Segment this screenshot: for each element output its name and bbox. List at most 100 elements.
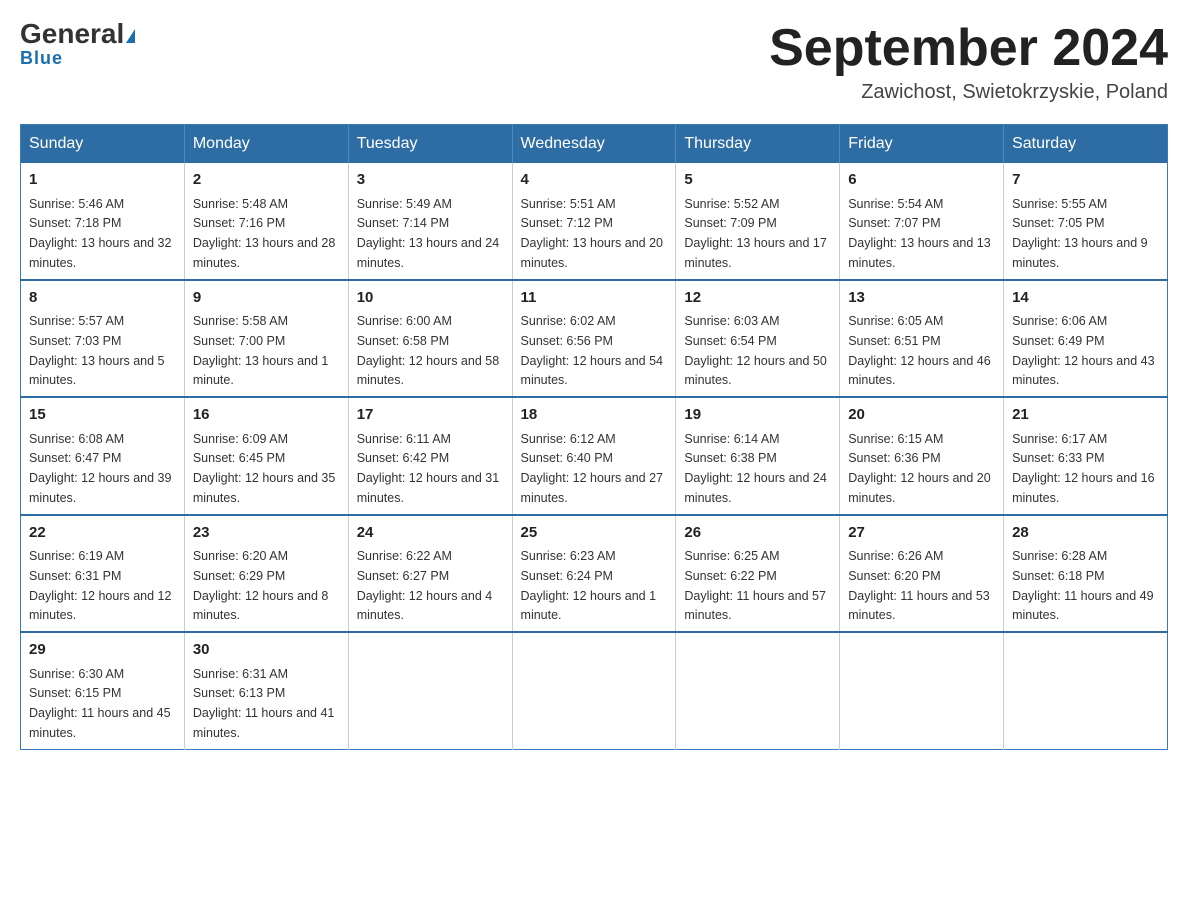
calendar-cell: 4 Sunrise: 5:51 AMSunset: 7:12 PMDaylight… [512, 163, 676, 280]
day-number: 20 [848, 404, 995, 427]
day-info: Sunrise: 6:08 AMSunset: 6:47 PMDaylight:… [29, 432, 171, 505]
day-info: Sunrise: 6:26 AMSunset: 6:20 PMDaylight:… [848, 549, 990, 622]
calendar-cell [1004, 632, 1168, 749]
calendar-cell: 5 Sunrise: 5:52 AMSunset: 7:09 PMDaylight… [676, 163, 840, 280]
calendar-cell: 14 Sunrise: 6:06 AMSunset: 6:49 PMDayligh… [1004, 280, 1168, 398]
day-info: Sunrise: 6:28 AMSunset: 6:18 PMDaylight:… [1012, 549, 1154, 622]
calendar-cell [840, 632, 1004, 749]
day-number: 17 [357, 404, 504, 427]
day-number: 22 [29, 522, 176, 545]
calendar-cell: 6 Sunrise: 5:54 AMSunset: 7:07 PMDaylight… [840, 163, 1004, 280]
day-number: 6 [848, 169, 995, 192]
day-number: 21 [1012, 404, 1159, 427]
calendar-cell: 1Sunrise: 5:46 AMSunset: 7:18 PMDaylight… [21, 163, 185, 280]
calendar-cell [512, 632, 676, 749]
day-info: Sunrise: 5:57 AMSunset: 7:03 PMDaylight:… [29, 314, 165, 387]
day-info: Sunrise: 5:48 AMSunset: 7:16 PMDaylight:… [193, 197, 335, 270]
calendar-cell: 11 Sunrise: 6:02 AMSunset: 6:56 PMDayligh… [512, 280, 676, 398]
day-number: 30 [193, 639, 340, 662]
day-info: Sunrise: 6:11 AMSunset: 6:42 PMDaylight:… [357, 432, 499, 505]
calendar-week-3: 15 Sunrise: 6:08 AMSunset: 6:47 PMDayligh… [21, 397, 1168, 515]
day-number: 27 [848, 522, 995, 545]
calendar-cell: 28Sunrise: 6:28 AMSunset: 6:18 PMDayligh… [1004, 515, 1168, 633]
page-header: General Blue September 2024 Zawichost, S… [20, 20, 1168, 104]
day-info: Sunrise: 5:54 AMSunset: 7:07 PMDaylight:… [848, 197, 990, 270]
logo-blue-text: Blue [20, 48, 63, 69]
day-info: Sunrise: 5:46 AMSunset: 7:18 PMDaylight:… [29, 197, 171, 270]
weekday-header-friday: Friday [840, 125, 1004, 164]
month-title: September 2024 [769, 20, 1168, 77]
day-number: 12 [684, 287, 831, 310]
day-number: 5 [684, 169, 831, 192]
day-info: Sunrise: 6:02 AMSunset: 6:56 PMDaylight:… [521, 314, 663, 387]
calendar-week-1: 1Sunrise: 5:46 AMSunset: 7:18 PMDaylight… [21, 163, 1168, 280]
logo: General Blue [20, 20, 135, 69]
calendar-cell: 10Sunrise: 6:00 AMSunset: 6:58 PMDayligh… [348, 280, 512, 398]
calendar-cell: 19Sunrise: 6:14 AMSunset: 6:38 PMDayligh… [676, 397, 840, 515]
calendar-cell [676, 632, 840, 749]
calendar-cell: 17 Sunrise: 6:11 AMSunset: 6:42 PMDayligh… [348, 397, 512, 515]
day-number: 15 [29, 404, 176, 427]
weekday-header-thursday: Thursday [676, 125, 840, 164]
day-info: Sunrise: 6:17 AMSunset: 6:33 PMDaylight:… [1012, 432, 1154, 505]
calendar-cell: 16 Sunrise: 6:09 AMSunset: 6:45 PMDayligh… [184, 397, 348, 515]
day-number: 7 [1012, 169, 1159, 192]
calendar-cell: 8 Sunrise: 5:57 AMSunset: 7:03 PMDaylight… [21, 280, 185, 398]
weekday-header-wednesday: Wednesday [512, 125, 676, 164]
day-info: Sunrise: 6:03 AMSunset: 6:54 PMDaylight:… [684, 314, 826, 387]
day-number: 4 [521, 169, 668, 192]
day-number: 11 [521, 287, 668, 310]
calendar-cell: 25Sunrise: 6:23 AMSunset: 6:24 PMDayligh… [512, 515, 676, 633]
calendar-cell: 29 Sunrise: 6:30 AMSunset: 6:15 PMDayligh… [21, 632, 185, 749]
day-number: 29 [29, 639, 176, 662]
day-number: 14 [1012, 287, 1159, 310]
day-info: Sunrise: 6:23 AMSunset: 6:24 PMDaylight:… [521, 549, 657, 622]
calendar-cell: 12 Sunrise: 6:03 AMSunset: 6:54 PMDayligh… [676, 280, 840, 398]
logo-text: General [20, 20, 135, 48]
calendar-cell: 22Sunrise: 6:19 AMSunset: 6:31 PMDayligh… [21, 515, 185, 633]
day-info: Sunrise: 5:49 AMSunset: 7:14 PMDaylight:… [357, 197, 499, 270]
day-number: 26 [684, 522, 831, 545]
title-section: September 2024 Zawichost, Swietokrzyskie… [769, 20, 1168, 104]
day-info: Sunrise: 5:52 AMSunset: 7:09 PMDaylight:… [684, 197, 826, 270]
day-info: Sunrise: 6:30 AMSunset: 6:15 PMDaylight:… [29, 667, 171, 740]
day-number: 10 [357, 287, 504, 310]
calendar-week-2: 8 Sunrise: 5:57 AMSunset: 7:03 PMDaylight… [21, 280, 1168, 398]
day-number: 13 [848, 287, 995, 310]
calendar-cell: 30 Sunrise: 6:31 AMSunset: 6:13 PMDayligh… [184, 632, 348, 749]
calendar-cell [348, 632, 512, 749]
calendar-cell: 20 Sunrise: 6:15 AMSunset: 6:36 PMDayligh… [840, 397, 1004, 515]
calendar-cell: 26 Sunrise: 6:25 AMSunset: 6:22 PMDayligh… [676, 515, 840, 633]
calendar-cell: 7 Sunrise: 5:55 AMSunset: 7:05 PMDaylight… [1004, 163, 1168, 280]
day-number: 16 [193, 404, 340, 427]
day-number: 18 [521, 404, 668, 427]
day-number: 23 [193, 522, 340, 545]
day-info: Sunrise: 6:06 AMSunset: 6:49 PMDaylight:… [1012, 314, 1154, 387]
day-number: 8 [29, 287, 176, 310]
calendar-week-4: 22Sunrise: 6:19 AMSunset: 6:31 PMDayligh… [21, 515, 1168, 633]
weekday-header-sunday: Sunday [21, 125, 185, 164]
weekday-header-saturday: Saturday [1004, 125, 1168, 164]
day-info: Sunrise: 6:15 AMSunset: 6:36 PMDaylight:… [848, 432, 990, 505]
weekday-header-tuesday: Tuesday [348, 125, 512, 164]
calendar-cell: 27 Sunrise: 6:26 AMSunset: 6:20 PMDayligh… [840, 515, 1004, 633]
calendar-cell: 21 Sunrise: 6:17 AMSunset: 6:33 PMDayligh… [1004, 397, 1168, 515]
calendar-cell: 23Sunrise: 6:20 AMSunset: 6:29 PMDayligh… [184, 515, 348, 633]
day-info: Sunrise: 6:31 AMSunset: 6:13 PMDaylight:… [193, 667, 335, 740]
day-info: Sunrise: 6:14 AMSunset: 6:38 PMDaylight:… [684, 432, 826, 505]
day-info: Sunrise: 5:58 AMSunset: 7:00 PMDaylight:… [193, 314, 329, 387]
weekday-header-row: SundayMondayTuesdayWednesdayThursdayFrid… [21, 125, 1168, 164]
day-info: Sunrise: 6:12 AMSunset: 6:40 PMDaylight:… [521, 432, 663, 505]
day-number: 3 [357, 169, 504, 192]
day-info: Sunrise: 6:25 AMSunset: 6:22 PMDaylight:… [684, 549, 826, 622]
day-info: Sunrise: 6:09 AMSunset: 6:45 PMDaylight:… [193, 432, 335, 505]
calendar-cell: 13 Sunrise: 6:05 AMSunset: 6:51 PMDayligh… [840, 280, 1004, 398]
calendar-cell: 24Sunrise: 6:22 AMSunset: 6:27 PMDayligh… [348, 515, 512, 633]
day-info: Sunrise: 6:05 AMSunset: 6:51 PMDaylight:… [848, 314, 990, 387]
calendar-table: SundayMondayTuesdayWednesdayThursdayFrid… [20, 124, 1168, 750]
day-info: Sunrise: 5:51 AMSunset: 7:12 PMDaylight:… [521, 197, 663, 270]
day-info: Sunrise: 5:55 AMSunset: 7:05 PMDaylight:… [1012, 197, 1148, 270]
day-number: 2 [193, 169, 340, 192]
calendar-week-5: 29 Sunrise: 6:30 AMSunset: 6:15 PMDayligh… [21, 632, 1168, 749]
day-number: 9 [193, 287, 340, 310]
